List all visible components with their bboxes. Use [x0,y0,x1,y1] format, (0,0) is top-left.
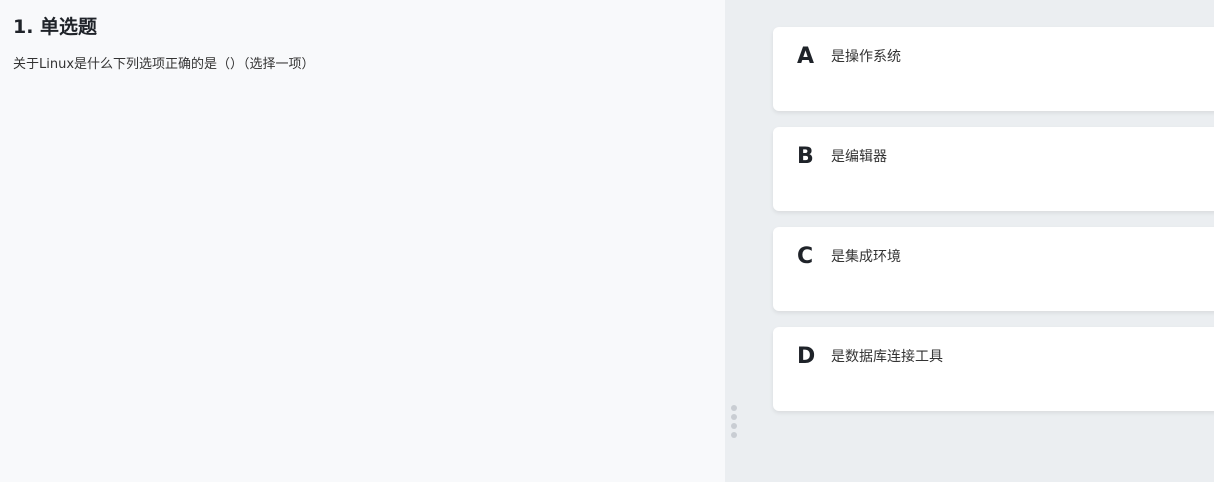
question-panel: 1. 单选题 关于Linux是什么下列选项正确的是（）（选择一项） [0,0,725,482]
option-text: 是编辑器 [831,149,887,165]
question-stem: 关于Linux是什么下列选项正确的是（）（选择一项） [13,57,315,72]
handle-dot-icon [731,405,737,411]
resize-handle[interactable] [730,405,738,445]
option-text: 是数据库连接工具 [831,349,943,365]
option-letter: C [797,244,814,269]
option-letter: B [797,144,814,169]
option-letter: A [797,44,815,69]
option-text: 是操作系统 [831,49,901,65]
option-letter: D [797,344,816,369]
option-card-a[interactable]: A 是操作系统 [773,27,1214,111]
question-title: 1. 单选题 [13,16,98,38]
handle-dot-icon [731,414,737,420]
option-text: 是集成环境 [831,249,901,265]
handle-dot-icon [731,432,737,438]
option-card-c[interactable]: C 是集成环境 [773,227,1214,311]
option-card-b[interactable]: B 是编辑器 [773,127,1214,211]
option-card-d[interactable]: D 是数据库连接工具 [773,327,1214,411]
handle-dot-icon [731,423,737,429]
